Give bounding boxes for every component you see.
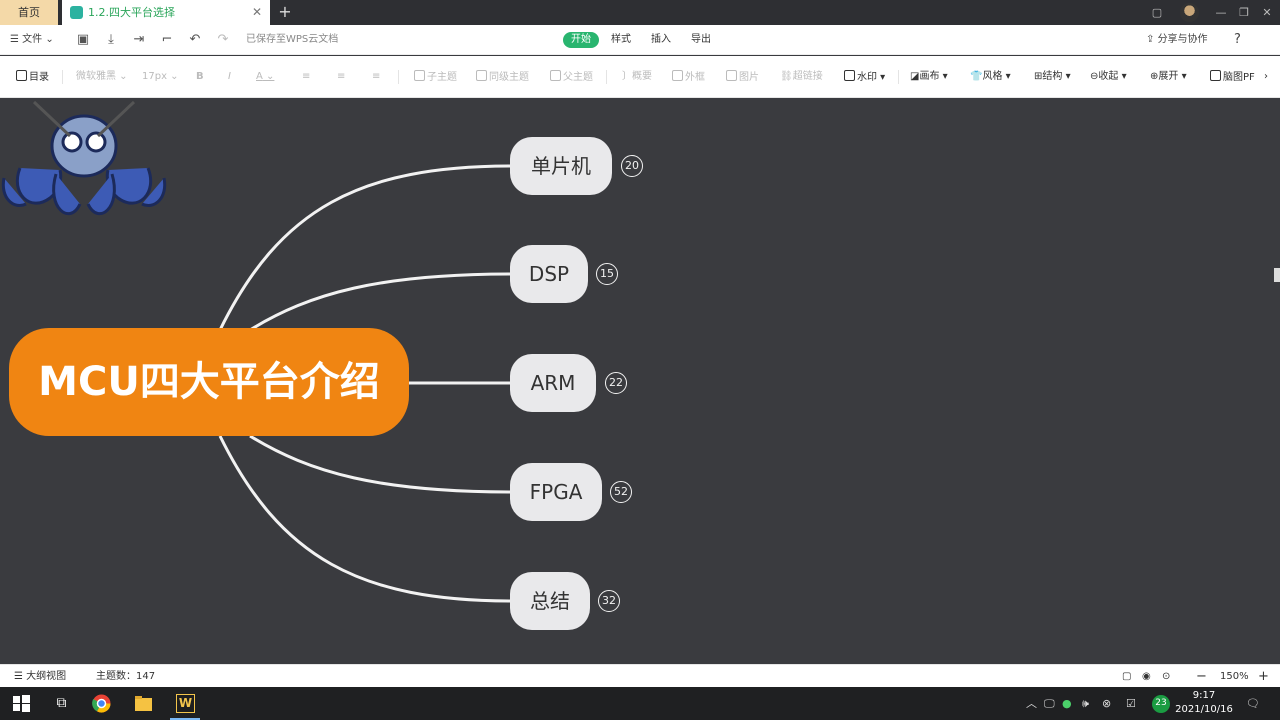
checkbox-icon[interactable]: ☑ [1126,687,1136,720]
topic-count-badge[interactable]: 32 [598,590,620,612]
file-explorer-icon[interactable] [134,694,153,713]
topic-mcu[interactable]: 单片机 [510,137,612,195]
topic-count-badge[interactable]: 22 [605,372,627,394]
ribbon-tab-export[interactable]: 导出 [683,32,719,48]
mindmap-file-icon [70,6,83,19]
outline-view-button[interactable]: ☰ 大纲视图 [14,665,66,688]
system-clock[interactable]: 9:17 2021/10/16 [1172,689,1236,717]
minimize-icon[interactable]: — [1210,0,1232,25]
tab-document[interactable]: 1.2.四大平台选择 ✕ [62,0,270,25]
ribbon-tab-style[interactable]: 样式 [603,32,639,48]
share-button[interactable]: ⇪ 分享与协作 [1146,25,1208,55]
topic-arm[interactable]: ARM [510,354,596,412]
notify-badge[interactable]: 23 [1152,695,1170,713]
format-painter-icon[interactable]: ⌐ [160,33,174,47]
connector-1 [218,164,513,331]
mindmap-canvas[interactable]: MCU四大平台介绍 单片机 20 DSP 15 ARM 22 FPGA 52 总… [0,98,1280,656]
align-left-icon[interactable]: ≡ [302,70,310,84]
new-tab-button[interactable]: + [276,0,294,25]
topic-count-badge[interactable]: 15 [596,263,618,285]
windows-taskbar: ⧉ W ︿ 🖵 ● 🕪 ⊗ ☑ 23 9:17 2021/10/16 🗨 [0,687,1280,720]
volume-icon[interactable]: 🕪 [1082,687,1089,720]
watermark-button[interactable]: 水印 ▾ [844,70,885,84]
topic-count: 主题数：147 [96,671,156,682]
notification-center-icon[interactable]: 🗨 [1246,687,1260,720]
browser-tab-bar: 首页 1.2.四大平台选择 ✕ + ▢ — ❐ ✕ [0,0,1280,25]
style-button[interactable]: 👕风格 ▾ [970,70,1011,84]
close-tab-icon[interactable]: ✕ [252,0,262,25]
expand-button[interactable]: ⊕展开 ▾ [1150,70,1187,84]
zoom-in-button[interactable]: + [1258,665,1269,688]
close-circle-icon[interactable]: ⊗ [1102,687,1111,720]
structure-button[interactable]: ⊞结构 ▾ [1034,70,1071,84]
topic-count-badge[interactable]: 52 [610,481,632,503]
outline-button[interactable]: 目录 [16,70,49,84]
zoom-level[interactable]: 150% [1220,665,1249,688]
redo-icon[interactable]: ↷ [216,33,230,47]
tab-document-label: 1.2.四大平台选择 [88,6,175,19]
windows-start-icon[interactable] [12,694,31,713]
chrome-icon[interactable] [92,694,111,713]
font-size-select[interactable]: 17px ⌄ [142,70,179,84]
octopus-logo [1,100,167,216]
save-status: 已保存至WPS云文档 [246,34,339,45]
collapse-button[interactable]: ⊖收起 ▾ [1090,70,1127,84]
task-view-icon[interactable]: ⧉ [52,694,71,713]
topic-fpga[interactable]: FPGA [510,463,602,521]
sibling-topic-button[interactable]: 同级主题 [476,70,529,84]
window-layout-icon[interactable]: ▢ [1146,0,1168,25]
more-icon[interactable]: › [1264,70,1268,84]
restore-icon[interactable]: ❐ [1233,0,1255,25]
parent-topic-button[interactable]: 父主题 [550,70,593,84]
ribbon-tab-start[interactable]: 开始 [563,32,599,48]
file-menu[interactable]: ☰ 文件 ⌄ [10,25,54,55]
font-color-button[interactable]: A ⌄ [256,70,274,84]
wechat-icon[interactable]: ● [1062,687,1072,720]
connector-5 [218,435,513,603]
download-icon[interactable]: ⤓ [104,33,118,47]
canvas-button[interactable]: ◪画布 ▾ [910,70,948,84]
fit-page-icon[interactable]: ▢ [1122,665,1131,688]
wps-app-icon[interactable]: W [176,694,195,713]
menu-bar: ☰ 文件 ⌄ ▣ ⤓ ⇥ ⌐ ↶ ↷ 已保存至WPS云文档 开始 样式 插入 导… [0,25,1280,55]
export-icon[interactable]: ⇥ [132,33,146,47]
zoom-out-button[interactable]: − [1196,665,1207,688]
export-mindmap-button[interactable]: 脑图PF [1210,70,1255,84]
network-icon[interactable]: 🖵 [1044,687,1055,720]
topic-count-badge[interactable]: 20 [621,155,643,177]
save-icon[interactable]: ▣ [76,33,90,47]
ribbon-tab-insert[interactable]: 插入 [643,32,679,48]
vertical-scrollbar[interactable] [1274,268,1280,282]
bold-button[interactable]: B [196,70,204,84]
clock-time: 9:17 [1192,690,1216,701]
locate-icon[interactable]: ⊙ [1162,665,1170,688]
tray-expand-icon[interactable]: ︿ [1026,687,1037,720]
clock-date: 2021/10/16 [1175,704,1233,715]
tab-home[interactable]: 首页 [0,0,58,25]
hyperlink-button[interactable]: ⛓超链接 [780,70,823,84]
align-right-icon[interactable]: ≡ [372,70,380,84]
outline-icon [16,70,27,81]
connector-2 [249,272,513,332]
eye-icon[interactable]: ◉ [1142,665,1151,688]
subtopic-button[interactable]: 子主题 [414,70,457,84]
status-bar: ☰ 大纲视图 主题数：147 ▢ ◉ ⊙ − 150% + [0,664,1280,687]
align-center-icon[interactable]: ≡ [337,70,345,84]
user-avatar[interactable] [1180,3,1199,22]
topic-dsp[interactable]: DSP [510,245,588,303]
close-window-icon[interactable]: ✕ [1256,0,1278,25]
root-topic[interactable]: MCU四大平台介绍 [9,328,409,436]
italic-button[interactable]: I [228,70,231,84]
formatting-toolbar: 目录 微软雅黑 ⌄ 17px ⌄ B I A ⌄ ≡ ≡ ≡ 子主题 同级主题 … [0,56,1280,98]
help-icon[interactable]: ? [1234,25,1241,55]
image-button[interactable]: 图片 [726,70,759,84]
frame-button[interactable]: 外框 [672,70,705,84]
undo-icon[interactable]: ↶ [188,33,202,47]
font-family-select[interactable]: 微软雅黑 ⌄ [76,70,128,84]
topic-summary[interactable]: 总结 [510,572,590,630]
summary-button[interactable]: 〕概要 [622,70,652,84]
connector-4 [249,434,513,494]
